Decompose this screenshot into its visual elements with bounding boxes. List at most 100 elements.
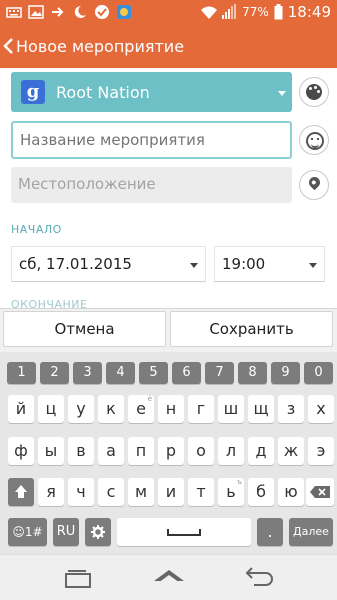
key-ь[interactable]: ьъ <box>218 478 244 506</box>
back-arrow-icon <box>245 567 273 586</box>
key-о[interactable]: о <box>188 437 214 465</box>
start-time-value: 19:00 <box>222 255 266 273</box>
battery-percent: 77% <box>242 5 269 19</box>
key-8[interactable]: 8 <box>238 362 267 384</box>
home-icon[interactable] <box>148 565 188 591</box>
color-palette-button[interactable] <box>299 77 329 107</box>
dropdown-arrow-icon <box>278 91 286 96</box>
cancel-button[interactable]: Отмена <box>3 311 166 347</box>
key-3[interactable]: 3 <box>73 362 102 384</box>
location-pin-icon <box>306 174 323 191</box>
key-label: з <box>286 399 296 418</box>
wifi-icon <box>200 4 218 20</box>
key-label: ь <box>226 482 236 501</box>
key-к[interactable]: к <box>98 395 124 423</box>
key-у[interactable]: у <box>68 395 94 423</box>
key-label: ш <box>223 399 239 418</box>
key-1[interactable]: 1 <box>7 362 36 384</box>
key-п[interactable]: п <box>128 437 154 465</box>
start-time-select[interactable]: 19:00 <box>214 246 325 282</box>
key-label: ю <box>284 482 298 501</box>
key-ж[interactable]: ж <box>278 437 304 465</box>
key-ю[interactable]: ю <box>278 478 304 506</box>
key-м[interactable]: м <box>128 478 154 506</box>
sticker-button[interactable] <box>299 125 329 155</box>
key-ч[interactable]: ч <box>68 478 94 506</box>
backspace-icon <box>310 486 330 498</box>
key-label: с <box>106 482 116 501</box>
key-label: щ <box>253 399 269 418</box>
space-key[interactable] <box>117 518 251 546</box>
key-2[interactable]: 2 <box>40 362 69 384</box>
page-title[interactable]: Новое мероприятие <box>16 37 184 56</box>
settings-key[interactable] <box>85 518 111 546</box>
period-key[interactable]: . <box>257 518 283 546</box>
next-key[interactable]: Далее <box>289 518 333 546</box>
key-г[interactable]: г <box>188 395 214 423</box>
key-6[interactable]: 6 <box>172 362 201 384</box>
backspace-key[interactable] <box>306 478 334 506</box>
key-а[interactable]: а <box>98 437 124 465</box>
location-picker-button[interactable] <box>299 170 329 200</box>
key-д[interactable]: д <box>248 437 274 465</box>
key-е[interactable]: её <box>128 395 154 423</box>
key-label: ч <box>76 482 86 501</box>
key-н[interactable]: н <box>158 395 184 423</box>
smiley-icon <box>306 132 324 150</box>
shift-key[interactable] <box>8 478 34 506</box>
key-9[interactable]: 9 <box>271 362 300 384</box>
image-icon <box>28 4 44 20</box>
key-ф[interactable]: ф <box>8 437 34 465</box>
dropdown-arrow-icon <box>309 263 317 268</box>
keyboard-icon <box>6 4 22 20</box>
symbols-key[interactable]: ☺1# <box>8 518 47 546</box>
start-date-select[interactable]: сб, 17.01.2015 <box>11 246 206 282</box>
calendar-name: Root Nation <box>56 83 150 102</box>
navigation-bar <box>0 554 337 600</box>
key-х[interactable]: х <box>308 395 334 423</box>
key-label: г <box>196 399 206 418</box>
recent-apps-icon[interactable] <box>55 565 95 591</box>
event-form: g Root Nation Местоположение НАЧАЛО сб, … <box>0 68 337 308</box>
night-icon <box>72 4 88 20</box>
key-label: н <box>165 399 177 418</box>
key-0[interactable]: 0 <box>304 362 333 384</box>
key-з[interactable]: з <box>278 395 304 423</box>
key-ц[interactable]: ц <box>38 395 64 423</box>
location-field[interactable]: Местоположение <box>11 167 292 203</box>
key-5[interactable]: 5 <box>139 362 168 384</box>
key-щ[interactable]: щ <box>248 395 274 423</box>
key-и[interactable]: и <box>158 478 184 506</box>
key-ы[interactable]: ы <box>38 437 64 465</box>
key-с[interactable]: с <box>98 478 124 506</box>
key-я[interactable]: я <box>38 478 64 506</box>
event-name-input[interactable] <box>11 121 292 159</box>
key-7[interactable]: 7 <box>205 362 234 384</box>
key-label: я <box>46 482 56 501</box>
key-label: б <box>256 482 266 501</box>
calendar-select[interactable]: g Root Nation <box>11 72 292 112</box>
space-bar-icon <box>167 529 201 536</box>
end-section-label: ОКОНЧАНИЕ <box>11 298 88 308</box>
key-т[interactable]: т <box>188 478 214 506</box>
check-icon <box>94 4 110 20</box>
google-logo-icon: g <box>21 80 45 104</box>
dropdown-arrow-icon <box>190 263 198 268</box>
key-ш[interactable]: ш <box>218 395 244 423</box>
key-label: у <box>76 399 86 418</box>
back-chevron-icon[interactable] <box>2 36 14 59</box>
key-б[interactable]: б <box>248 478 274 506</box>
key-л[interactable]: л <box>218 437 244 465</box>
back-icon[interactable] <box>240 565 280 591</box>
save-button[interactable]: Сохранить <box>170 311 333 347</box>
key-р[interactable]: р <box>158 437 184 465</box>
key-label: х <box>316 399 326 418</box>
key-в[interactable]: в <box>68 437 94 465</box>
key-label: ц <box>45 399 57 418</box>
key-label: т <box>196 482 206 501</box>
key-й[interactable]: й <box>8 395 34 423</box>
keyboard: 1 2 3 4 5 6 7 8 9 0 й ц у к её н г ш щ з… <box>0 352 337 554</box>
language-key[interactable]: RU <box>53 518 79 546</box>
key-э[interactable]: э <box>308 437 334 465</box>
key-4[interactable]: 4 <box>106 362 135 384</box>
